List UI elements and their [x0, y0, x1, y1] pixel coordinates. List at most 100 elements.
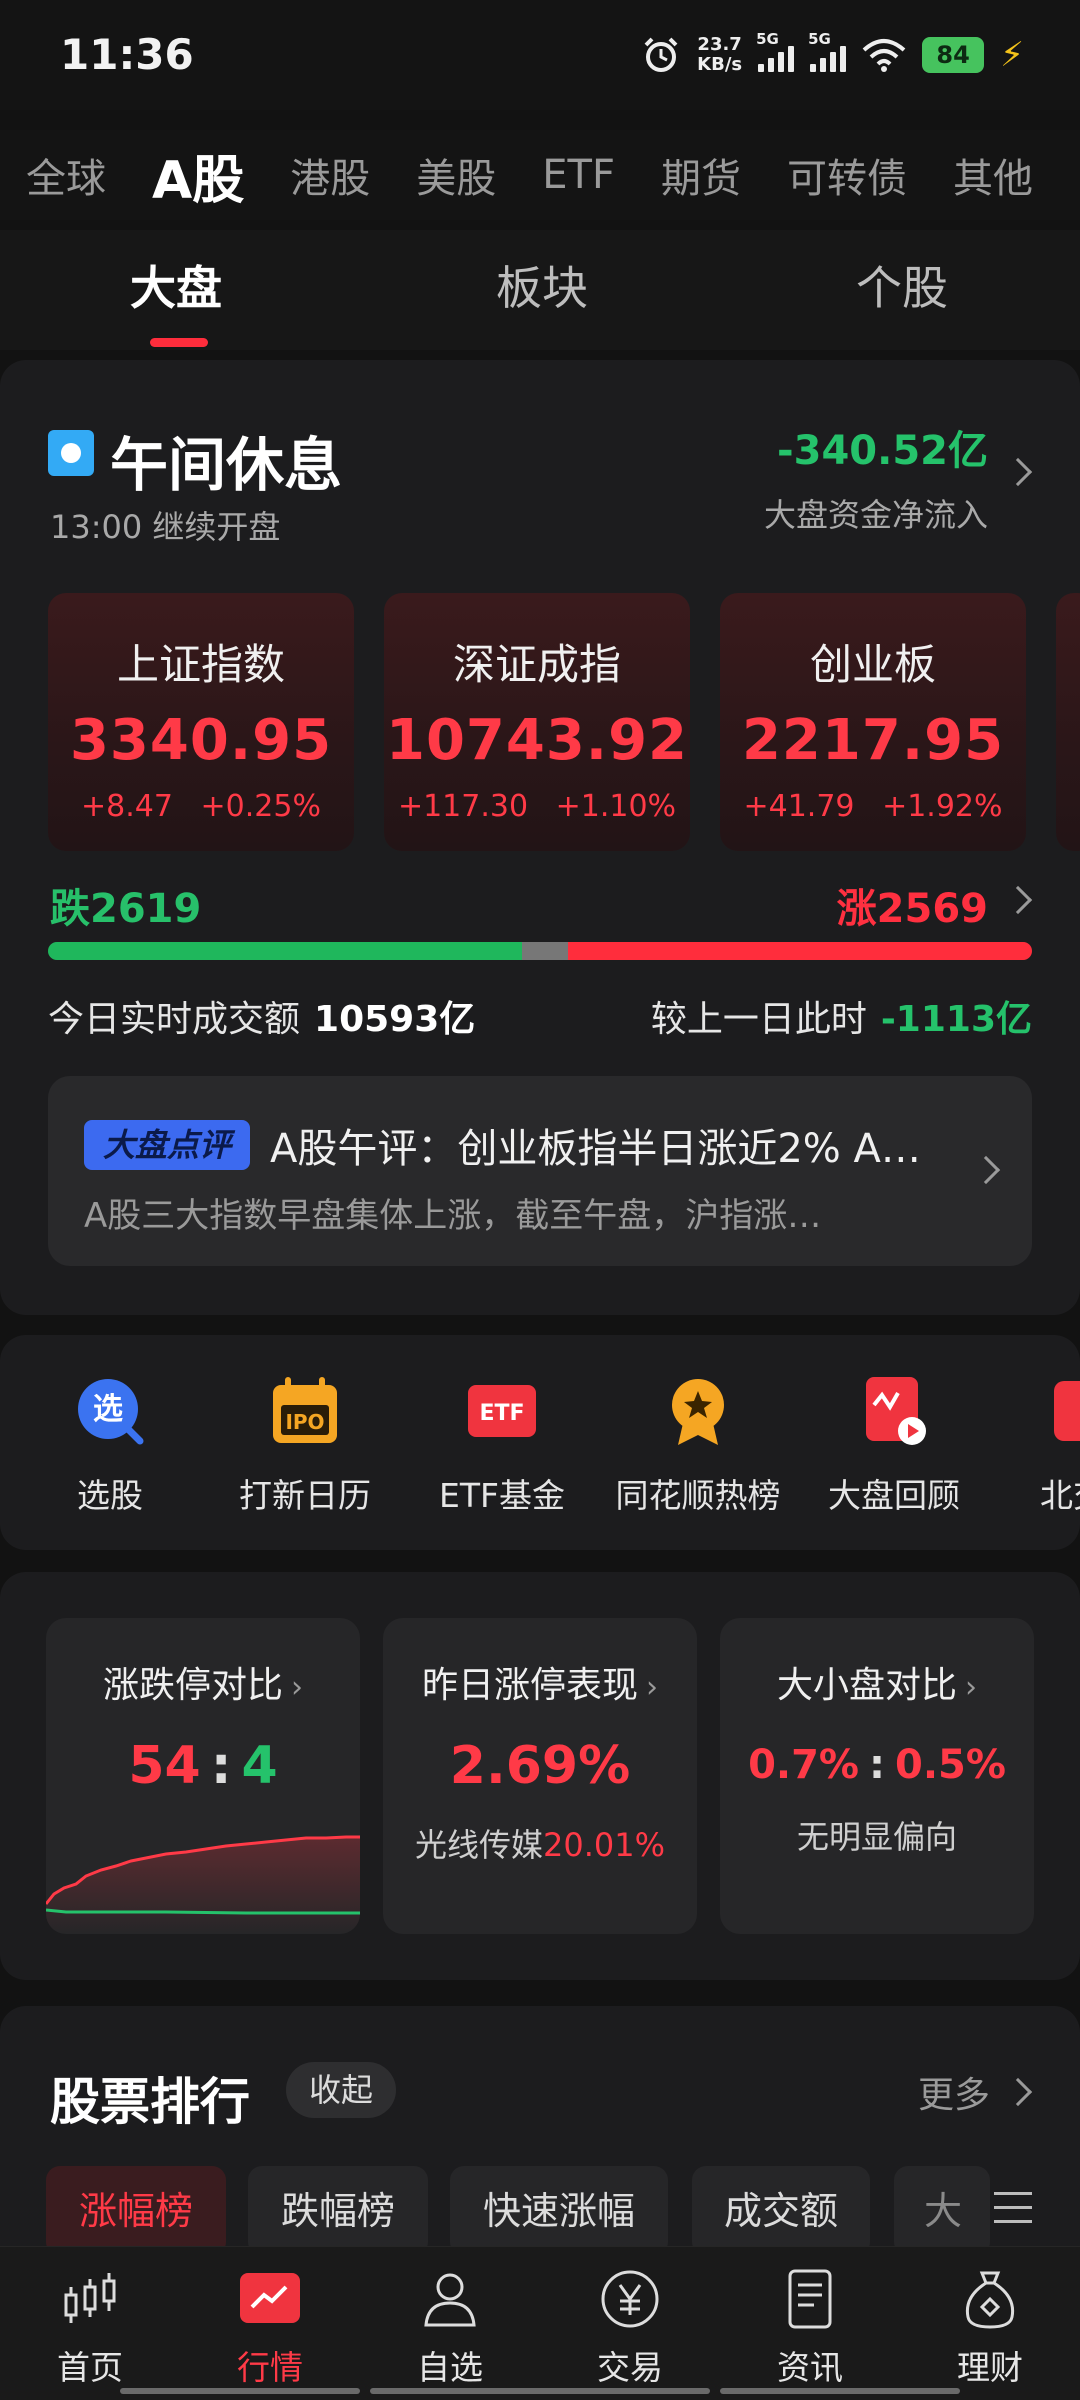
nav-label: 自选	[417, 2348, 483, 2387]
index-value: 10743.92	[385, 708, 689, 773]
session-status: 午间休息	[110, 431, 343, 499]
nav-market[interactable]: 行情	[180, 2267, 360, 2389]
index-card-shanghai[interactable]: 上证指数 3340.95 +8.47 +0.25%	[48, 593, 354, 851]
svg-text:IPO: IPO	[285, 1410, 324, 1434]
menu-icon[interactable]	[994, 2192, 1032, 2234]
index-change: +8.47 +0.25%	[81, 789, 321, 824]
tab-convertible-bonds[interactable]: 可转债	[787, 146, 907, 204]
tab-a-shares[interactable]: A股	[152, 138, 244, 213]
market-chart-icon	[240, 2273, 300, 2323]
cap-ratio: 0.7%:0.5%	[748, 1742, 1006, 1788]
shortcut-label: 同花顺热榜	[615, 1476, 781, 1515]
tab-fast-rise[interactable]: 快速涨幅	[450, 2166, 668, 2256]
tab-global[interactable]: 全球	[26, 146, 106, 204]
tab-top-losers[interactable]: 跌幅榜	[248, 2166, 428, 2256]
turnover: 今日实时成交额 10593亿	[48, 990, 475, 1042]
net-flow-label[interactable]: 大盘资金净流入	[764, 490, 988, 536]
shortcut-stock-pick[interactable]: 选 选股	[10, 1375, 210, 1517]
watchlist-person-icon	[424, 2273, 476, 2327]
signal-icon: 5G	[808, 30, 847, 72]
ranking-title: 股票排行	[50, 2073, 250, 2131]
svg-text:ETF: ETF	[479, 1401, 524, 1426]
market-commentary[interactable]: 大盘点评 A股午评：创业板指半日涨近2% A… A股三大指数早盘集体上涨，截至午…	[48, 1076, 1032, 1266]
limit-ratio: 54:4	[128, 1736, 278, 1796]
commentary-title: A股午评：创业板指半日涨近2% A…	[270, 1126, 921, 1172]
collapse-button[interactable]: 收起	[286, 2062, 396, 2118]
status-bar: 11:36 23.7 KB/s 5G 5G 84 ⚡	[0, 0, 1080, 110]
etf-icon: ETF	[468, 1385, 536, 1437]
advancers-count[interactable]: 涨2569	[837, 876, 988, 934]
nav-label: 资讯	[777, 2348, 843, 2387]
shortcut-label: 打新日历	[239, 1476, 371, 1515]
shortcut-market-review[interactable]: 大盘回顾	[794, 1375, 994, 1517]
stock-pick-icon: 选	[78, 1379, 144, 1445]
net-speed: 23.7 KB/s	[697, 35, 742, 75]
nav-news[interactable]: 资讯	[720, 2267, 900, 2389]
wealth-bag-icon	[965, 2271, 1015, 2329]
advancers-bar	[568, 942, 1032, 960]
tab-top-gainers[interactable]: 涨幅榜	[46, 2166, 226, 2256]
index-name: 创业板	[809, 640, 936, 689]
bottom-nav: 首页 行情 自选 交易 资讯 理财	[0, 2246, 1080, 2400]
svg-text:选: 选	[93, 1392, 123, 1427]
charging-icon: ⚡	[1000, 35, 1024, 75]
index-card-next[interactable]	[1056, 593, 1080, 851]
shortcut-label: 北交	[1040, 1476, 1080, 1515]
nav-label: 交易	[597, 2348, 663, 2387]
tab-sectors[interactable]: 板块	[496, 252, 588, 318]
net-flow-value[interactable]: -340.52亿	[777, 418, 988, 476]
home-candlestick-icon	[64, 2273, 116, 2323]
nav-watchlist[interactable]: 自选	[360, 2267, 540, 2389]
yesterday-limit-up-card[interactable]: 昨日涨停表现 › 2.69% 光线传媒20.01%	[383, 1618, 697, 1934]
shortcut-etf[interactable]: ETF ETF基金	[402, 1375, 602, 1517]
hot-list-icon	[672, 1379, 724, 1445]
ipo-calendar-icon: IPO	[273, 1377, 337, 1443]
signal-type: 5G	[756, 30, 779, 48]
wifi-icon	[862, 39, 906, 72]
tab-turnover[interactable]: 成交额	[692, 2166, 870, 2256]
tab-others[interactable]: 其他	[953, 146, 1033, 204]
commentary-badge: 大盘点评	[84, 1120, 250, 1170]
top-performer: 光线传媒20.01%	[414, 1826, 666, 1864]
index-change: +41.79 +1.92%	[743, 789, 1003, 824]
flat-bar	[522, 942, 568, 960]
limit-trend-chart	[46, 1835, 360, 1934]
stat-title: 涨跌停对比 ›	[102, 1665, 303, 1706]
cap-bias: 无明显偏向	[796, 1818, 957, 1856]
trade-yen-icon	[601, 2270, 659, 2328]
stat-title: 昨日涨停表现 ›	[421, 1665, 658, 1706]
tab-futures[interactable]: 期货	[661, 146, 741, 204]
compare-value: -1113亿	[880, 999, 1032, 1040]
index-card-chinext[interactable]: 创业板 2217.95 +41.79 +1.92%	[720, 593, 1026, 851]
tab-individual-stocks[interactable]: 个股	[856, 252, 948, 318]
large-small-cap-card[interactable]: 大小盘对比 › 0.7%:0.5% 无明显偏向	[720, 1618, 1034, 1934]
tab-more-partial[interactable]: 大	[894, 2166, 990, 2256]
advance-decline-bar	[48, 942, 1032, 960]
nav-home[interactable]: 首页	[0, 2267, 180, 2389]
limit-up-down-card[interactable]: 涨跌停对比 › 54:4	[46, 1618, 360, 1934]
more-link[interactable]: 更多	[918, 2066, 990, 2118]
shortcut-bse[interactable]: 北交	[990, 1375, 1080, 1517]
tab-etf[interactable]: ETF	[542, 152, 615, 198]
battery-indicator: 84	[922, 37, 985, 73]
commentary-summary: A股三大指数早盘集体上涨，截至午盘，沪指涨…	[84, 1196, 822, 1236]
index-card-shenzhen[interactable]: 深证成指 10743.92 +117.30 +1.10%	[384, 593, 690, 851]
market-tabs: 全球 A股 港股 美股 ETF 期货 可转债 其他	[0, 130, 1080, 220]
net-speed-unit: KB/s	[697, 54, 743, 75]
shortcut-ipo-calendar[interactable]: IPO 打新日历	[205, 1375, 405, 1517]
nav-wealth[interactable]: 理财	[900, 2267, 1080, 2389]
compare-label: 较上一日此时	[650, 999, 867, 1040]
home-indicator	[120, 2388, 360, 2394]
tab-market-overview[interactable]: 大盘	[130, 252, 222, 318]
tab-hk-shares[interactable]: 港股	[290, 146, 370, 204]
tab-us-shares[interactable]: 美股	[416, 146, 496, 204]
nav-trade[interactable]: 交易	[540, 2267, 720, 2389]
index-name: 深证成指	[452, 640, 621, 689]
status-icons: 23.7 KB/s 5G 5G 84 ⚡	[641, 30, 1024, 80]
nav-label: 首页	[57, 2348, 123, 2387]
session-resume-time: 13:00 继续开盘	[50, 508, 281, 546]
signal-icon: 5G	[756, 30, 795, 72]
nav-label: 理财	[957, 2348, 1023, 2387]
shortcut-hot-list[interactable]: 同花顺热榜	[598, 1375, 798, 1517]
sub-tabs: 大盘 板块 个股	[0, 230, 1080, 350]
